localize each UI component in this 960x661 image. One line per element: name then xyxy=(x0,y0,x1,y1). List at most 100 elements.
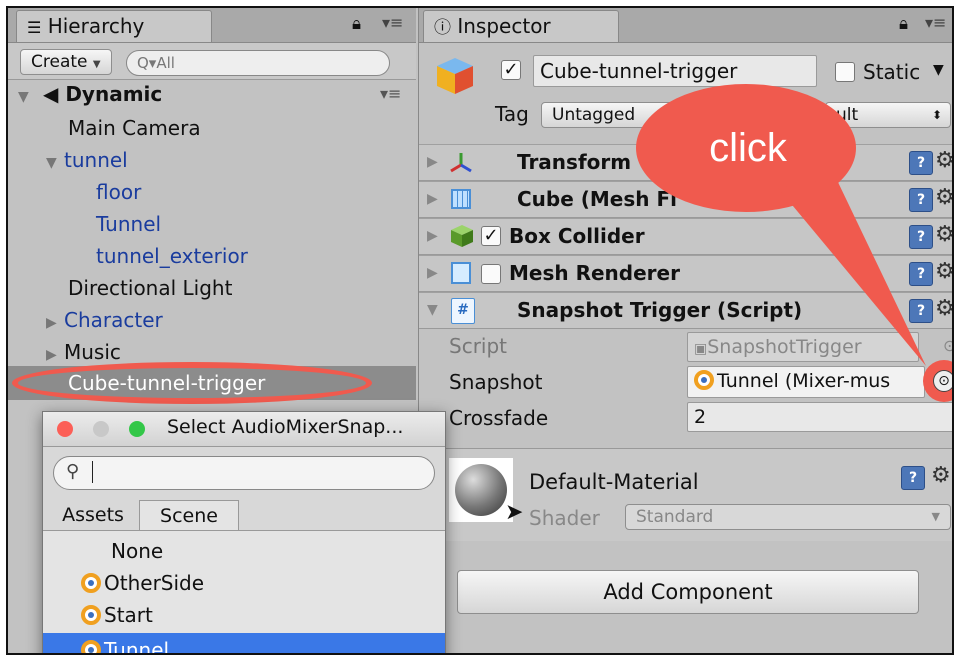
shader-dropdown[interactable]: Standard ▼ xyxy=(625,504,951,530)
tab-hierarchy[interactable]: ☰ Hierarchy xyxy=(16,10,212,42)
list-item[interactable]: ▼ tunnel xyxy=(46,144,128,176)
list-item-label: OtherSide xyxy=(104,571,205,595)
close-icon[interactable] xyxy=(57,421,73,437)
collapsed-triangle-icon[interactable]: ▶ xyxy=(427,256,438,291)
popup-search-input[interactable]: ⚲ xyxy=(53,456,435,490)
tab-assets[interactable]: Assets xyxy=(47,500,139,530)
mesh-filter-icon xyxy=(451,189,471,209)
gear-icon[interactable]: ⚙ xyxy=(931,463,951,488)
collapsed-triangle-icon[interactable]: ▶ xyxy=(427,182,438,217)
list-item-label: Directional Light xyxy=(68,276,233,300)
chevron-down-icon: ▼ xyxy=(92,59,101,70)
collapsed-triangle-icon[interactable]: ▶ xyxy=(427,145,438,180)
list-item-label: Character xyxy=(64,308,163,332)
collapsed-triangle-icon[interactable]: ▶ xyxy=(427,219,438,254)
tab-scene[interactable]: Scene xyxy=(139,500,239,530)
list-item[interactable]: Tunnel xyxy=(96,208,161,240)
list-icon: ☰ xyxy=(27,18,42,37)
material-name: Default-Material xyxy=(529,470,699,494)
crossfade-label: Crossfade xyxy=(449,406,549,430)
hierarchy-tab-label: Hierarchy xyxy=(47,14,145,38)
minimize-icon[interactable] xyxy=(93,421,109,437)
highlight-ellipse xyxy=(12,362,372,404)
list-item[interactable]: OtherSide xyxy=(81,567,204,599)
add-component-label: Add Component xyxy=(603,580,773,604)
mesh-renderer-checkbox[interactable] xyxy=(481,264,501,284)
list-item-label: tunnel xyxy=(64,148,128,172)
script-label: Script xyxy=(449,334,508,358)
box-collider-checkbox[interactable]: ✓ xyxy=(481,226,501,246)
search-icon: ⚲ xyxy=(66,461,80,482)
list-item[interactable]: ▶ Music xyxy=(46,336,121,368)
panel-menu-icon[interactable]: ▾≡ xyxy=(382,13,403,32)
list-item-label: Main Camera xyxy=(68,116,201,140)
screenshot-frame: ☰ Hierarchy 🔒︎ ▾≡ Create ▼ Q▾All ▼ ◀︎ Dy… xyxy=(6,6,954,655)
info-icon: ⓘ xyxy=(434,18,451,38)
list-item-label: None xyxy=(111,539,164,563)
tab-inspector[interactable]: ⓘ Inspector xyxy=(423,10,619,42)
crossfade-field[interactable]: 2 xyxy=(687,402,952,432)
chevron-down-icon: ▼ xyxy=(931,510,940,523)
list-item[interactable]: Main Camera xyxy=(68,112,201,144)
list-item[interactable]: ▶ Character xyxy=(46,304,163,336)
inspector-tab-label: Inspector xyxy=(457,14,551,38)
popup-list: None OtherSide Start Tunnel xyxy=(43,531,445,655)
list-item-label: Music xyxy=(64,340,121,364)
mouse-cursor-icon: ➤ xyxy=(505,500,524,525)
static-dropdown-icon[interactable]: ▼ xyxy=(933,62,944,78)
add-component-button[interactable]: Add Component xyxy=(457,570,919,614)
callout-bubble xyxy=(636,84,926,366)
inspector-tabbar: ⓘ Inspector 🔒︎ ▾≡ xyxy=(419,8,952,43)
hierarchy-tabbar: ☰ Hierarchy 🔒︎ ▾≡ xyxy=(8,8,416,43)
expand-triangle-icon[interactable]: ▼ xyxy=(18,81,36,113)
expand-triangle-icon[interactable]: ▼ xyxy=(427,293,438,328)
crossfade-value: 2 xyxy=(694,406,707,428)
collapsed-triangle-icon[interactable]: ▶ xyxy=(46,307,64,339)
popup-title: Select AudioMixerSnap... xyxy=(167,416,404,438)
create-button[interactable]: Create ▼ xyxy=(20,49,112,75)
select-snapshot-popup: Select AudioMixerSnap... ⚲ Assets Scene … xyxy=(42,411,446,655)
hierarchy-search-input[interactable]: Q▾All xyxy=(126,50,390,76)
callout-text: click xyxy=(709,126,787,170)
list-item[interactable]: None xyxy=(111,535,163,567)
scene-name: Dynamic xyxy=(65,82,163,106)
tab-label: Scene xyxy=(160,505,218,527)
lock-icon[interactable]: 🔒︎ xyxy=(899,14,908,34)
snapshot-label: Snapshot xyxy=(449,370,543,394)
unity-logo-icon: ◀︎ xyxy=(42,82,59,106)
lock-icon[interactable]: 🔒︎ xyxy=(352,14,361,34)
hierarchy-toolbar: Create ▼ Q▾All xyxy=(8,43,416,80)
list-item-label: Tunnel xyxy=(96,212,162,236)
script-icon: # xyxy=(451,298,475,324)
active-checkbox[interactable]: ✓ xyxy=(501,60,521,80)
audio-mixer-snapshot-icon xyxy=(81,573,101,593)
hierarchy-search-placeholder: Q▾All xyxy=(137,54,175,72)
scene-menu-icon[interactable]: ▾≡ xyxy=(380,78,401,110)
audio-mixer-snapshot-icon xyxy=(81,640,101,653)
shader-label: Shader xyxy=(529,506,600,530)
expand-triangle-icon[interactable]: ▼ xyxy=(46,147,64,179)
tag-label: Tag xyxy=(495,102,529,126)
list-item[interactable]: tunnel_exterior xyxy=(96,240,248,272)
list-item-label: floor xyxy=(96,180,142,204)
popup-tabbar: Assets Scene xyxy=(43,500,445,531)
gameobject-cube-icon xyxy=(433,54,477,98)
text-caret xyxy=(92,461,93,483)
panel-menu-icon[interactable]: ▾≡ xyxy=(925,13,946,32)
list-item-selected[interactable]: Tunnel xyxy=(81,634,170,655)
mesh-renderer-icon xyxy=(451,262,471,284)
help-icon[interactable]: ? xyxy=(901,466,925,490)
list-item[interactable]: Start xyxy=(81,599,153,631)
list-item[interactable]: floor xyxy=(96,176,141,208)
shader-value: Standard xyxy=(636,507,714,527)
scene-row[interactable]: ▼ ◀︎ Dynamic ▾≡ xyxy=(8,78,416,110)
list-item-label: tunnel_exterior xyxy=(96,244,248,268)
list-item-label: Tunnel xyxy=(104,638,170,655)
popup-titlebar: Select AudioMixerSnap... xyxy=(43,412,445,447)
list-item[interactable]: Directional Light xyxy=(68,272,232,304)
tab-label: Assets xyxy=(62,504,124,526)
zoom-icon[interactable] xyxy=(129,421,145,437)
create-button-label: Create xyxy=(31,52,88,72)
material-preview xyxy=(449,458,513,522)
list-item-label: Start xyxy=(104,603,153,627)
